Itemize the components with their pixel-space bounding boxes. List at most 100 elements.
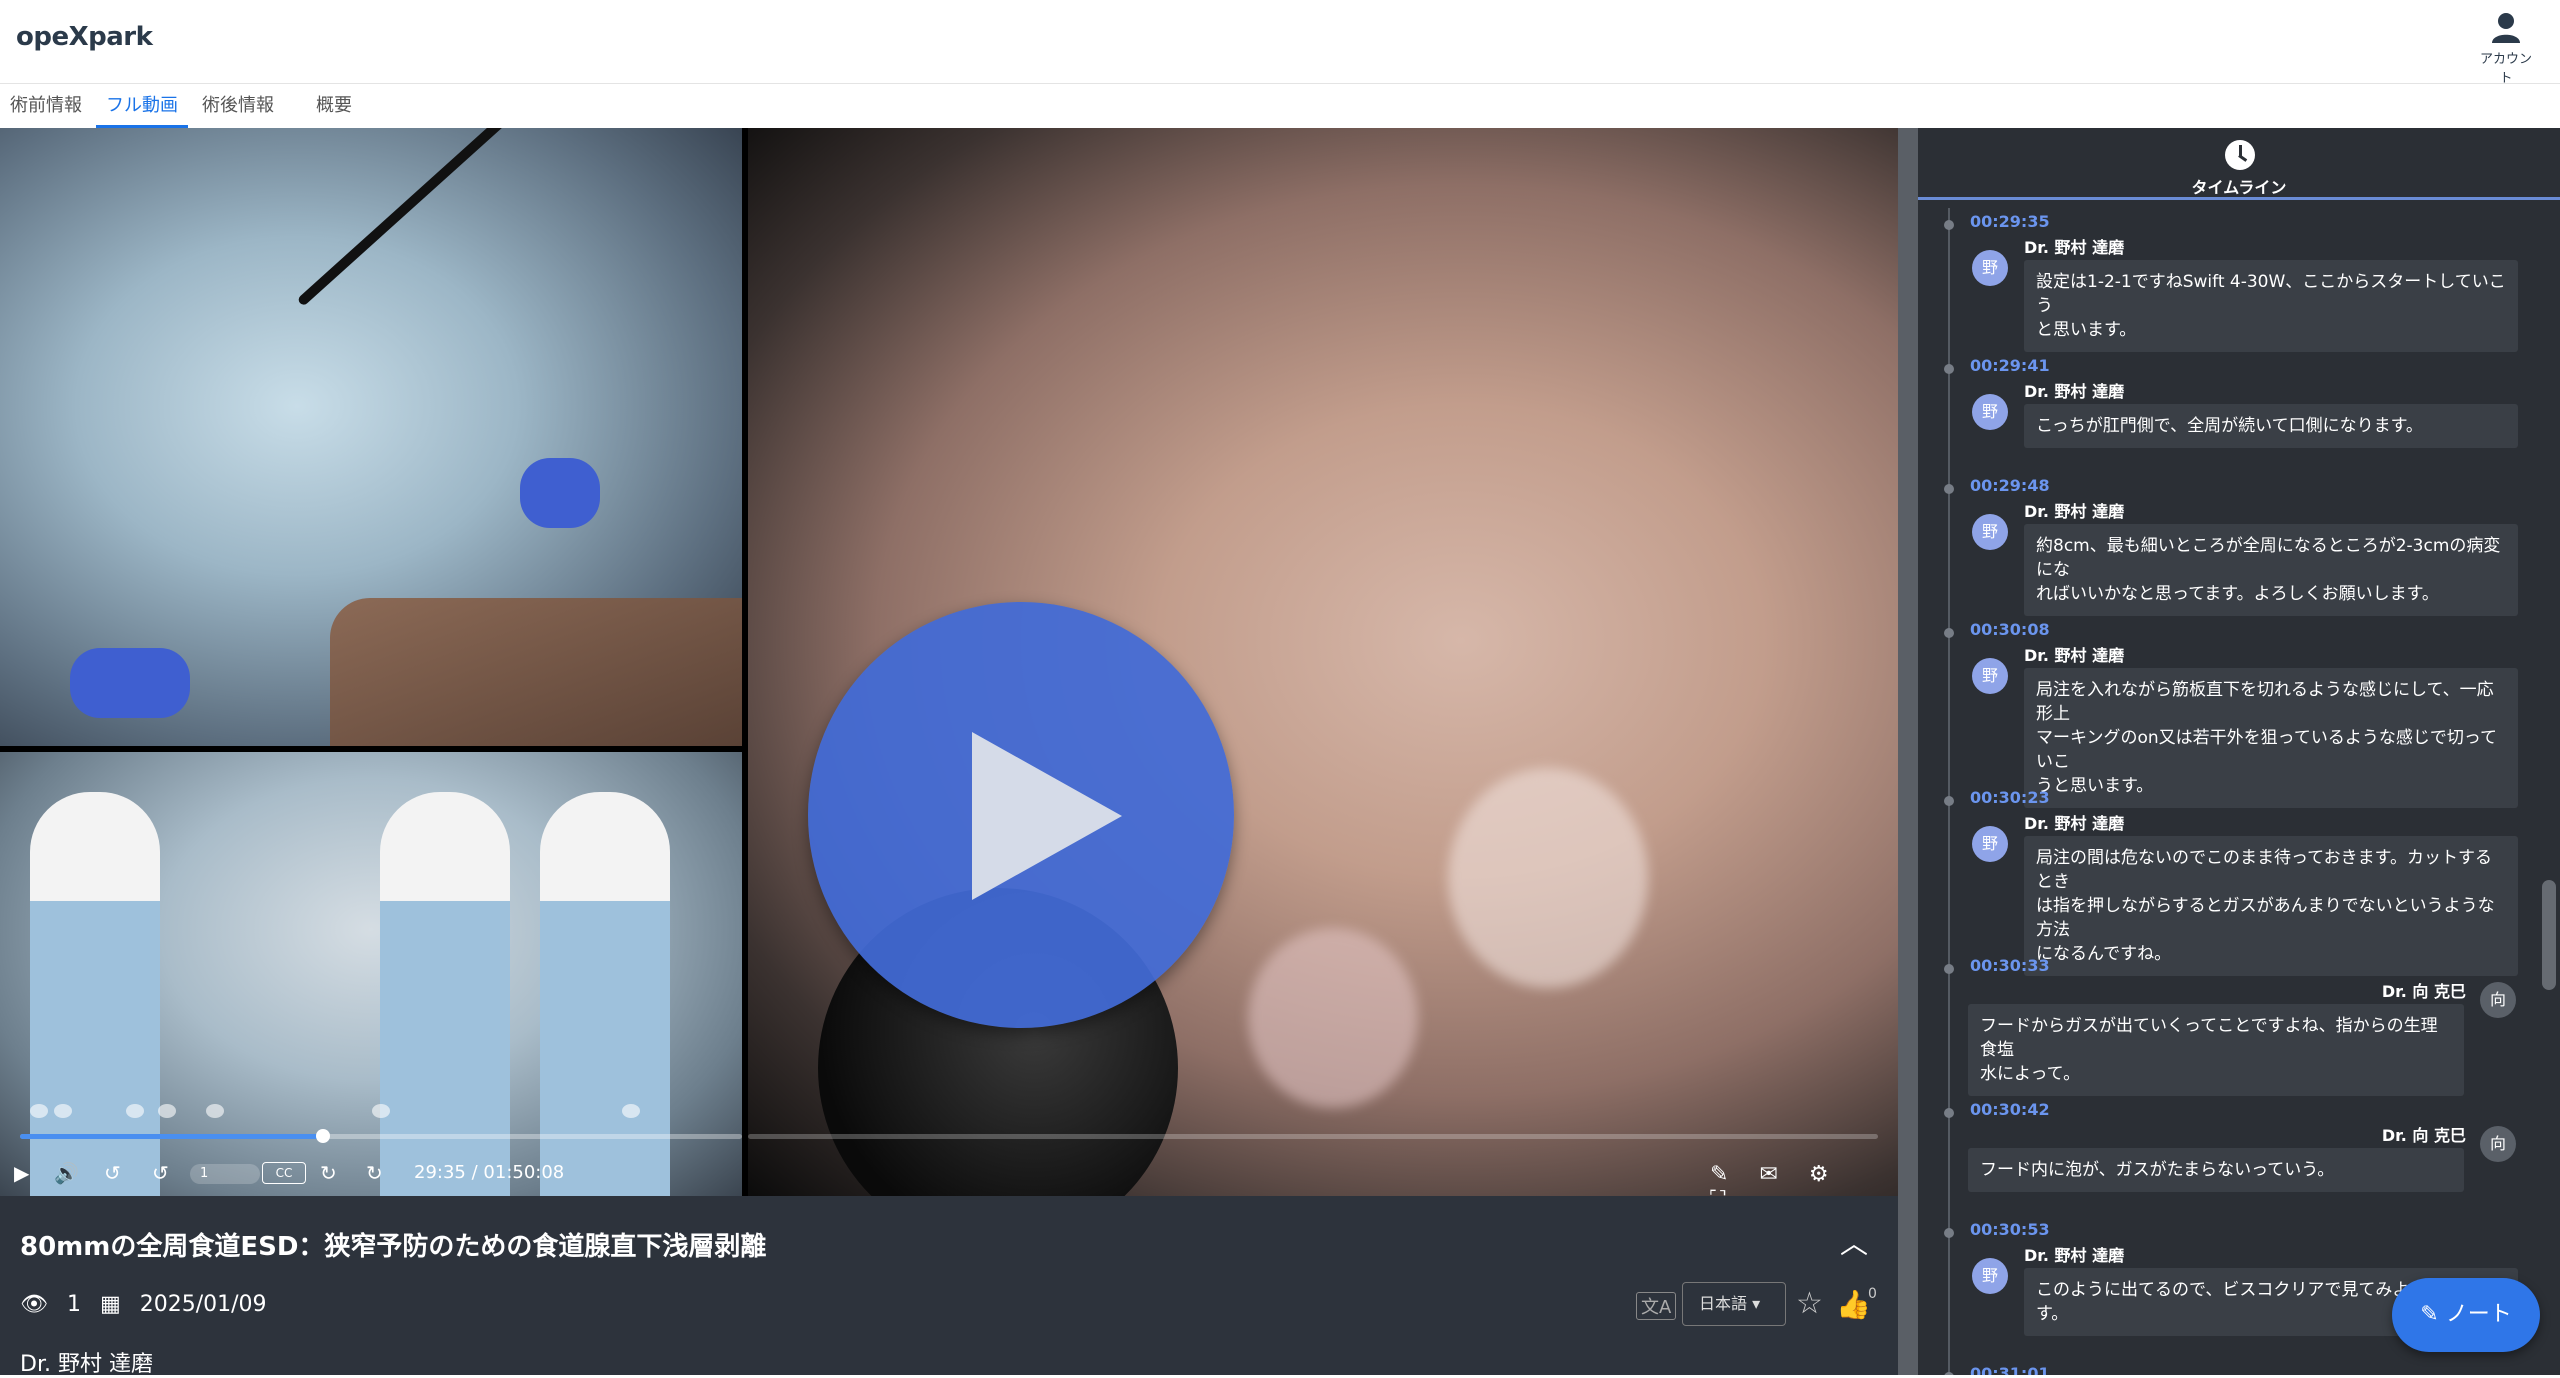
play-small-icon[interactable]: ▶ <box>14 1160 29 1186</box>
video-info: 80mmの全周食道ESD：狭窄予防のための食道腺直下浅層剥離 ︿ 👁 1 ▦ 2… <box>0 1196 1898 1378</box>
seek-bar[interactable] <box>20 1129 742 1143</box>
chat-icon[interactable]: ✉ <box>1759 1162 1777 1187</box>
thumbs-up-icon[interactable]: 👍 <box>1836 1288 1871 1321</box>
comment-line: になるんですね。 <box>2036 944 2172 964</box>
comment-line: うと思います。 <box>2036 776 2154 796</box>
avatar: 野 <box>1972 250 2008 286</box>
commenter-name: Dr. 野村 達磨 <box>2024 814 2125 833</box>
room-camera-top <box>0 128 742 808</box>
timeline-dot <box>1944 1228 1954 1238</box>
comment-marker[interactable] <box>30 1104 48 1118</box>
commenter-name: Dr. 野村 達磨 <box>2024 382 2125 401</box>
account-label: アカウント <box>2479 52 2532 86</box>
tab-full-video[interactable]: フル動画 <box>96 84 188 128</box>
secondary-seek-bar[interactable] <box>748 1134 1878 1139</box>
timeline-timestamp[interactable]: 00:30:42 <box>1970 1100 2050 1119</box>
tab-overview[interactable]: 概要 <box>306 84 362 128</box>
video-meta: 👁 1 ▦ 2025/01/09 <box>20 1292 279 1317</box>
star-icon[interactable]: ☆ <box>1796 1286 1823 1321</box>
upload-date: 2025/01/09 <box>139 1292 267 1317</box>
timeline-dot <box>1944 796 1954 806</box>
current-time: 29:35 <box>414 1162 466 1183</box>
timeline-timestamp[interactable]: 00:30:23 <box>1970 788 2050 807</box>
timeline-line <box>1948 208 1950 1375</box>
translate-icon[interactable]: 文A <box>1636 1292 1677 1320</box>
avatar: 野 <box>1972 394 2008 430</box>
play-icon <box>972 732 1122 900</box>
comment-marker[interactable] <box>372 1104 390 1118</box>
captions-button[interactable]: CC <box>262 1162 306 1184</box>
comment-bubble: フードからガスが出ていくってことですよね、指からの生理食塩 水によって。 <box>1968 1004 2464 1096</box>
page-tabs: 術前情報 フル動画 術後情報 概要 <box>0 84 2560 128</box>
timeline-timestamp[interactable]: 00:30:33 <box>1970 956 2050 975</box>
comment-marker[interactable] <box>158 1104 176 1118</box>
player-controls: ▶ 🔊 ↺ ↺ 1 CC ↻ ↻ 29:35 / 01:50:08 <box>0 1152 742 1196</box>
video-author[interactable]: Dr. 野村 達磨 <box>20 1346 153 1378</box>
app-logo[interactable]: opeXpark <box>16 22 153 52</box>
rewind-icon[interactable]: ↺ <box>104 1160 121 1186</box>
duration: 01:50:08 <box>483 1162 565 1183</box>
time-display: 29:35 / 01:50:08 <box>414 1162 564 1183</box>
note-button[interactable]: ✎ ノート <box>2392 1278 2540 1352</box>
comment-bubble: 約8cm、最も細いところが全周になるところが2-3cmの病変にな ればいいかなと思… <box>2024 524 2518 616</box>
commenter-name: Dr. 向 克巳 <box>2381 982 2466 1001</box>
timeline-scrollbar[interactable] <box>2542 880 2556 990</box>
comment-marker[interactable] <box>126 1104 144 1118</box>
volume-icon[interactable]: 🔊 <box>54 1160 79 1186</box>
speed-control[interactable]: 1 <box>190 1164 260 1184</box>
avatar: 野 <box>1972 658 2008 694</box>
view-count: 1 <box>66 1292 81 1317</box>
tab-timeline[interactable]: タイムライン <box>1918 128 2560 200</box>
tab-preop[interactable]: 術前情報 <box>0 84 92 128</box>
commenter-name: Dr. 野村 達磨 <box>2024 1246 2125 1265</box>
timeline-timestamp[interactable]: 00:30:08 <box>1970 620 2050 639</box>
commenter-name: Dr. 野村 達磨 <box>2024 502 2125 521</box>
comment-marker[interactable] <box>54 1104 72 1118</box>
fullscreen-icon[interactable]: ⛶ <box>1710 1187 1725 1196</box>
eye-icon: 👁 <box>20 1292 48 1317</box>
like-count: 0 <box>1868 1286 1877 1302</box>
forward-short-icon[interactable]: ↻ <box>320 1160 337 1186</box>
forward-icon[interactable]: ↻ <box>366 1160 383 1186</box>
note-label: ノート <box>2445 1302 2512 1327</box>
timeline-timestamp[interactable]: 00:30:53 <box>1970 1220 2050 1239</box>
comment-line: 約8cm、最も細いところが全周になるところが2-3cmの病変にな <box>2036 536 2501 580</box>
comment-line: マーキングのon又は若干外を狙っているような感じで切っていこ <box>2036 728 2497 772</box>
comment-line: 水によって。 <box>1980 1064 2081 1084</box>
play-button[interactable] <box>808 602 1234 1028</box>
timeline-timestamp[interactable]: 00:29:35 <box>1970 212 2050 231</box>
account-button[interactable]: アカウント <box>2474 12 2538 86</box>
comment-marker[interactable] <box>206 1104 224 1118</box>
player-controls-right: ✎ ✉ ⚙ ⛶ <box>1710 1162 1898 1196</box>
timeline-dot <box>1944 220 1954 230</box>
comment-line: こっちが肛門側で、全周が続いて口側になります。 <box>2036 416 2423 436</box>
gear-icon[interactable]: ⚙ <box>1809 1162 1829 1187</box>
timeline-timestamp[interactable]: 00:29:41 <box>1970 356 2050 375</box>
timeline-panel: タイムライン 00:29:35 野 Dr. 野村 達磨 設定は1-2-1ですねSwif… <box>1918 128 2560 1375</box>
rewind-short-icon[interactable]: ↺ <box>152 1160 169 1186</box>
timeline-tab-label: タイムライン <box>2191 178 2287 197</box>
avatar: 野 <box>1972 1258 2008 1294</box>
avatar: 野 <box>1972 826 2008 862</box>
comment-marker[interactable] <box>622 1104 640 1118</box>
timeline-dot <box>1944 484 1954 494</box>
time-separator: / <box>471 1162 478 1183</box>
tab-postop[interactable]: 術後情報 <box>192 84 284 128</box>
comment-icon[interactable]: ✎ <box>1710 1162 1728 1187</box>
avatar: 野 <box>1972 514 2008 550</box>
comment-line: フード内に泡が、ガスがたまらないっていう。 <box>1980 1160 2335 1180</box>
timeline-dot <box>1944 628 1954 638</box>
clock-icon <box>2225 140 2255 170</box>
video-player[interactable]: ▶ 🔊 ↺ ↺ 1 CC ↻ ↻ 29:35 / 01:50:08 ✎ ✉ ⚙ … <box>0 128 1898 1196</box>
language-select[interactable]: 日本語 ▾ <box>1682 1282 1786 1326</box>
chevron-up-icon[interactable]: ︿ <box>1840 1222 1868 1262</box>
video-title: 80mmの全周食道ESD：狭窄予防のための食道腺直下浅層剥離 <box>20 1232 767 1262</box>
user-icon <box>2492 13 2520 43</box>
timeline-dot <box>1944 364 1954 374</box>
calendar-icon: ▦ <box>99 1292 121 1317</box>
avatar: 向 <box>2480 1126 2516 1162</box>
comment-line: と思います。 <box>2036 320 2137 340</box>
timeline-timestamp[interactable]: 00:31:01 <box>1970 1364 2050 1375</box>
timeline-timestamp[interactable]: 00:29:48 <box>1970 476 2050 495</box>
comment-bubble: 局注の間は危ないのでこのまま待っておきます。カットするとき は指を押しながらすると… <box>2024 836 2518 976</box>
